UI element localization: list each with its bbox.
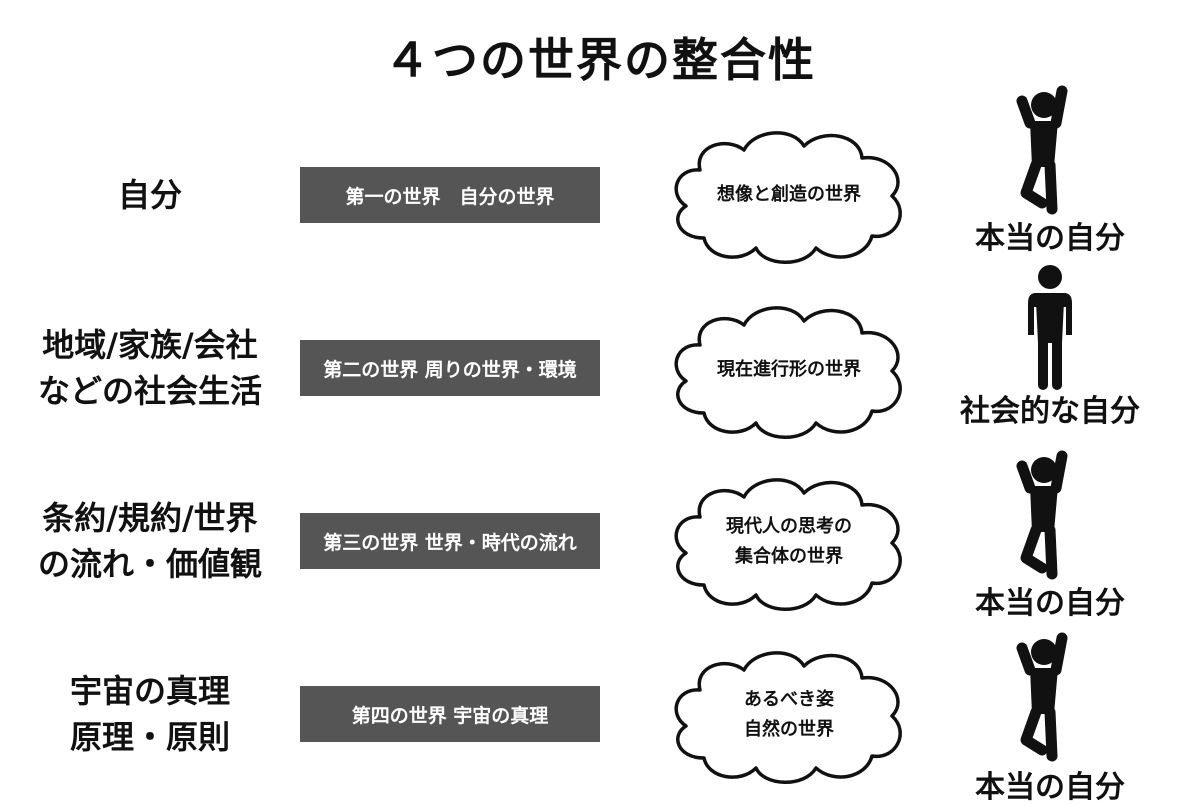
world-box: 第三の世界 世界・時代の流れ [300, 513, 600, 569]
world-box: 第一の世界 自分の世界 [300, 167, 600, 223]
figure-leg-right [1044, 524, 1058, 580]
person-standing-icon [1028, 265, 1072, 390]
world-subject-line: 原理・原則 [69, 718, 230, 756]
self-label: 本当の自分 [975, 221, 1125, 256]
world-subject-line: の流れ・価値観 [37, 545, 262, 583]
person-jumping-icon [1016, 632, 1068, 762]
figure-arm-right [1050, 450, 1068, 494]
self-label: 本当の自分 [975, 770, 1125, 805]
world-row-3: 条約/規約/世界 の流れ・価値観 第三の世界 世界・時代の流れ 現代人の思考の … [0, 450, 1200, 630]
figure-arm-right [1050, 632, 1068, 676]
world-subject-label: 地域/家族/会社 などの社会生活 [0, 322, 300, 414]
world-subject-line: 宇宙の真理 [69, 672, 230, 710]
thought-cloud: 現在進行形の世界 [664, 295, 914, 445]
world-box: 第四の世界 宇宙の真理 [300, 686, 600, 742]
cloud-text-line: 想像と創造の世界 [717, 184, 861, 205]
world-subject-label: 条約/規約/世界 の流れ・価値観 [0, 495, 300, 587]
world-box: 第二の世界 周りの世界・環境 [300, 340, 600, 396]
world-row-1: 自分 第一の世界 自分の世界 想像と創造の世界 本当の自分 [0, 85, 1200, 285]
self-label: 本当の自分 [975, 586, 1125, 621]
world-subject-label: 自分 [0, 172, 300, 218]
figure-torso [1036, 301, 1064, 343]
figure-leg-left [1020, 524, 1048, 574]
cloud-text-line: 現代人の思考の [726, 516, 852, 537]
person-jumping-icon [1016, 450, 1068, 580]
self-label: 社会的な自分 [960, 394, 1140, 429]
world-subject-line: 自分 [117, 176, 182, 214]
figure-leg-right [1044, 159, 1058, 215]
world-subject-line: 条約/規約/世界 [42, 499, 258, 537]
figure-leg-left [1020, 706, 1048, 756]
figure-arm-right [1050, 85, 1068, 129]
thought-cloud: 想像と創造の世界 [664, 120, 914, 270]
cloud-text-line: あるべき姿 [744, 689, 834, 710]
thought-cloud: あるべき姿 自然の世界 [664, 640, 914, 790]
figure-head [1038, 265, 1062, 289]
world-subject-label: 宇宙の真理 原理・原則 [0, 668, 300, 760]
figure-leg-left [1020, 159, 1048, 209]
figure-leg-right [1044, 706, 1058, 762]
figure-arm-left [1016, 95, 1036, 129]
world-subject-line: 地域/家族/会社 [42, 326, 258, 364]
world-row-4: 宇宙の真理 原理・原則 第四の世界 宇宙の真理 あるべき姿 自然の世界 本当の自… [0, 620, 1200, 805]
figure-arm-left [1016, 460, 1036, 494]
cloud-text-line: 集合体の世界 [735, 546, 843, 567]
world-subject-line: などの社会生活 [37, 372, 262, 410]
cloud-text-line: 現在進行形の世界 [717, 359, 861, 380]
cloud-text-line: 自然の世界 [744, 719, 834, 740]
thought-cloud: 現代人の思考の 集合体の世界 [664, 467, 914, 617]
page-title: ４つの世界の整合性 [384, 33, 816, 87]
person-jumping-icon [1016, 85, 1068, 215]
figure-arm-left [1016, 642, 1036, 676]
world-row-2: 地域/家族/会社 などの社会生活 第二の世界 周りの世界・環境 現在進行形の世界… [0, 265, 1200, 458]
